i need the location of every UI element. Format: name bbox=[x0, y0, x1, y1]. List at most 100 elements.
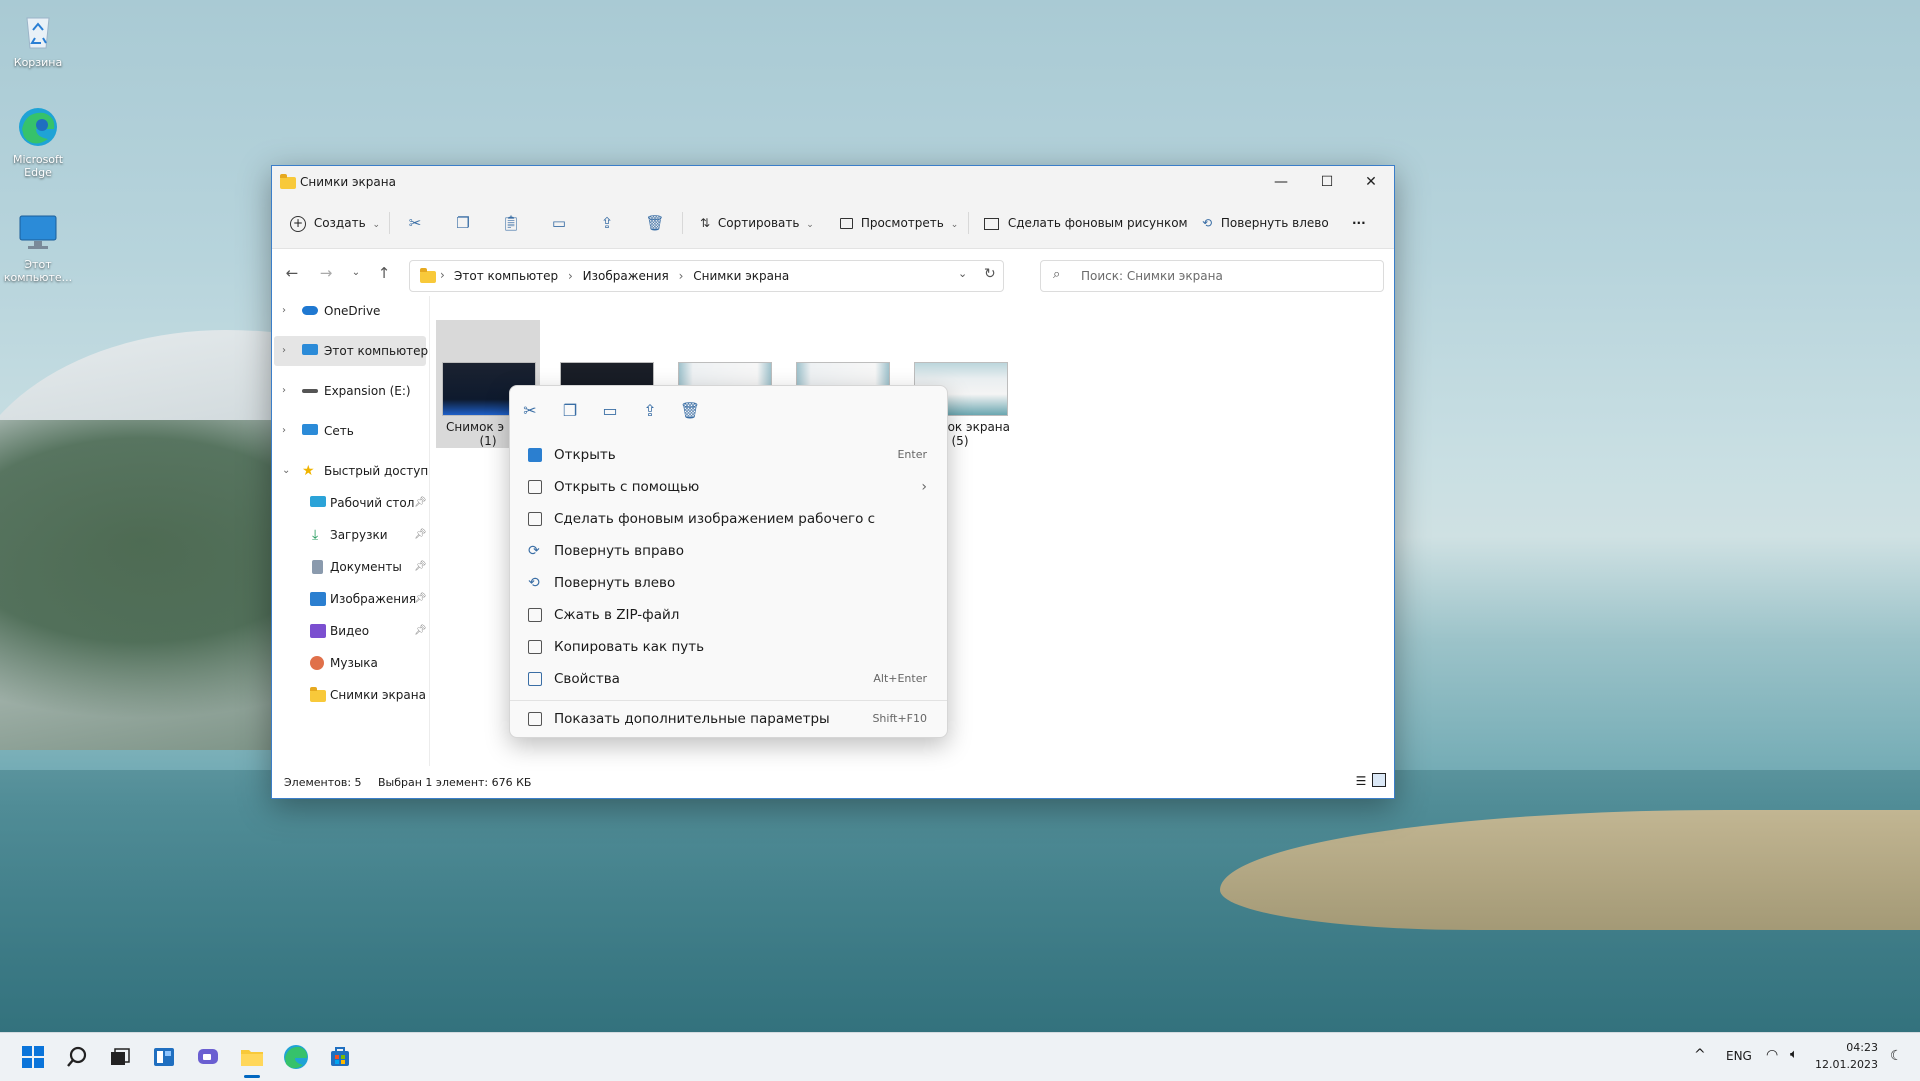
set-background-button[interactable]: Сделать фоновым рисунком bbox=[984, 211, 1188, 235]
chevron-down-icon[interactable]: ⌄ bbox=[282, 456, 290, 486]
nav-item-music[interactable]: Музыка bbox=[274, 648, 426, 678]
desktop-icon-edge[interactable]: Microsoft Edge bbox=[0, 105, 78, 179]
chat-button[interactable] bbox=[192, 1041, 224, 1073]
wallpaper-icon bbox=[528, 512, 542, 526]
menu-item-rotate-right[interactable]: ⟳ Повернуть вправо bbox=[516, 536, 941, 566]
nav-label: Документы bbox=[330, 560, 402, 574]
menu-item-copy-as-path[interactable]: Копировать как путь bbox=[516, 632, 941, 662]
volume-icon[interactable]: 🔈︎ bbox=[1790, 1047, 1798, 1062]
chevron-down-icon[interactable]: ⌄ bbox=[958, 267, 967, 280]
set-background-label: Сделать фоновым рисунком bbox=[1007, 216, 1188, 230]
cut-icon[interactable]: ✂ bbox=[402, 210, 428, 236]
nav-item-this-pc[interactable]: › Этот компьютер bbox=[274, 336, 428, 366]
rotate-left-button[interactable]: ⟲ Повернуть влево bbox=[1202, 211, 1329, 235]
share-icon[interactable]: ⇪ bbox=[634, 396, 666, 426]
create-button[interactable]: + Создать ⌄ bbox=[290, 211, 380, 235]
nav-item-screenshots[interactable]: Снимки экрана bbox=[274, 680, 426, 710]
copy-icon[interactable]: ❐ bbox=[554, 396, 586, 426]
widgets-button[interactable] bbox=[148, 1041, 180, 1073]
pin-icon[interactable]: 📌︎ bbox=[414, 552, 427, 582]
desktop-icon-recycle-bin[interactable]: Корзина bbox=[0, 8, 78, 69]
start-button[interactable] bbox=[17, 1041, 49, 1073]
breadcrumb-screenshots[interactable]: Снимки экрана bbox=[693, 269, 789, 283]
edge-taskbar-button[interactable] bbox=[280, 1041, 312, 1073]
more-options-button[interactable]: ··· bbox=[1352, 211, 1366, 235]
breadcrumb-this-pc[interactable]: Этот компьютер bbox=[454, 269, 558, 283]
more-options-icon bbox=[528, 712, 542, 726]
delete-icon[interactable]: 🗑︎ bbox=[674, 396, 706, 426]
refresh-icon[interactable]: ↻ bbox=[984, 266, 996, 282]
nav-label: Видео bbox=[330, 624, 370, 638]
clock-date[interactable]: 12.01.2023 bbox=[1814, 1058, 1878, 1071]
plus-circle-icon: + bbox=[290, 215, 306, 232]
chevron-right-icon[interactable]: › bbox=[282, 376, 286, 406]
details-view-icon[interactable]: ☰ bbox=[1354, 774, 1368, 788]
selection-info: Выбран 1 элемент: 676 КБ bbox=[378, 776, 532, 789]
back-button[interactable]: ← bbox=[280, 261, 304, 285]
menu-item-rotate-left[interactable]: ⟲ Повернуть влево bbox=[516, 568, 941, 598]
menu-item-show-more-options[interactable]: Показать дополнительные параметры Shift+… bbox=[516, 704, 941, 734]
nav-item-downloads[interactable]: ⤓ Загрузки 📌︎ bbox=[274, 520, 427, 550]
rotate-left-label: Повернуть влево bbox=[1220, 216, 1329, 230]
copy-icon[interactable]: ❐ bbox=[450, 210, 476, 236]
focus-assist-icon[interactable]: ☾ bbox=[1890, 1048, 1903, 1064]
item-count: Элементов: 5 bbox=[284, 776, 362, 789]
clock-time[interactable]: 04:23 bbox=[1824, 1041, 1878, 1054]
address-bar[interactable]: › Этот компьютер › Изображения › Снимки … bbox=[409, 260, 1004, 292]
recent-locations-button[interactable]: ⌄ bbox=[344, 261, 368, 285]
menu-item-open[interactable]: Открыть Enter bbox=[516, 440, 941, 470]
menu-item-properties[interactable]: Свойства Alt+Enter bbox=[516, 664, 941, 694]
nav-item-videos[interactable]: Видео 📌︎ bbox=[274, 616, 427, 646]
menu-item-label: Сжать в ZIP-файл bbox=[554, 607, 680, 623]
pin-icon[interactable]: 📌︎ bbox=[414, 584, 427, 614]
cut-icon[interactable]: ✂ bbox=[514, 396, 546, 426]
show-hidden-icons-button[interactable]: ^ bbox=[1694, 1047, 1706, 1063]
rename-icon[interactable]: ▭ bbox=[546, 210, 572, 236]
share-icon[interactable]: ⇪ bbox=[594, 210, 620, 236]
search-input[interactable]: Поиск: Снимки экрана bbox=[1081, 269, 1223, 283]
language-indicator[interactable]: ENG bbox=[1726, 1049, 1752, 1063]
menu-item-compress-zip[interactable]: Сжать в ZIP-файл bbox=[516, 600, 941, 630]
close-button[interactable]: ✕ bbox=[1348, 166, 1394, 198]
forward-button[interactable]: → bbox=[314, 261, 338, 285]
menu-item-open-with[interactable]: Открыть с помощью › bbox=[516, 472, 941, 502]
pin-icon[interactable]: 📌︎ bbox=[414, 488, 427, 518]
nav-item-quick-access[interactable]: ⌄ ★ Быстрый доступ bbox=[274, 456, 428, 486]
file-explorer-taskbar-button[interactable] bbox=[236, 1041, 268, 1078]
nav-item-onedrive[interactable]: › OneDrive bbox=[274, 296, 426, 326]
chevron-right-icon[interactable]: › bbox=[282, 416, 286, 446]
pin-icon[interactable]: 📌︎ bbox=[414, 520, 427, 550]
chevron-right-icon[interactable]: › bbox=[282, 336, 286, 366]
paste-icon[interactable]: 📋︎ bbox=[498, 210, 524, 236]
title-bar[interactable]: Снимки экрана — ☐ ✕ bbox=[272, 166, 1394, 198]
rename-icon[interactable]: ▭ bbox=[594, 396, 626, 426]
view-button[interactable]: Просмотреть ⌄ bbox=[840, 211, 958, 235]
minimize-button[interactable]: — bbox=[1258, 166, 1304, 198]
chevron-down-icon: ⌄ bbox=[372, 220, 381, 230]
breadcrumb-pictures[interactable]: Изображения bbox=[583, 269, 669, 283]
chevron-right-icon[interactable]: › bbox=[282, 296, 286, 326]
wifi-icon[interactable]: ◠ bbox=[1766, 1047, 1778, 1063]
nav-item-expansion-drive[interactable]: › Expansion (E:) bbox=[274, 376, 426, 406]
divider bbox=[682, 212, 683, 234]
menu-item-set-as-background[interactable]: Сделать фоновым изображением рабочего с bbox=[516, 504, 941, 534]
up-button[interactable]: ↑ bbox=[372, 261, 396, 285]
chevron-down-icon: ⌄ bbox=[806, 220, 814, 230]
desktop-icon-this-pc[interactable]: Этот компьюте... bbox=[0, 210, 78, 284]
sort-button[interactable]: ⇅ Сортировать ⌄ bbox=[700, 211, 814, 235]
delete-icon[interactable]: 🗑︎ bbox=[642, 210, 668, 236]
create-label: Создать bbox=[313, 216, 366, 230]
search-box[interactable]: ⌕ Поиск: Снимки экрана bbox=[1040, 260, 1384, 292]
task-view-button[interactable] bbox=[103, 1041, 135, 1073]
thumbnails-view-icon[interactable] bbox=[1372, 773, 1386, 787]
nav-item-pictures[interactable]: Изображения 📌︎ bbox=[274, 584, 427, 614]
context-menu: ✂ ❐ ▭ ⇪ 🗑︎ Открыть Enter Открыть с помощ… bbox=[509, 385, 948, 738]
search-button[interactable] bbox=[61, 1041, 93, 1073]
nav-item-network[interactable]: › Сеть bbox=[274, 416, 426, 446]
maximize-button[interactable]: ☐ bbox=[1304, 166, 1350, 198]
store-taskbar-button[interactable] bbox=[324, 1041, 356, 1073]
pin-icon[interactable]: 📌︎ bbox=[414, 616, 427, 646]
divider bbox=[389, 212, 390, 234]
nav-item-desktop[interactable]: Рабочий стол 📌︎ bbox=[274, 488, 427, 518]
nav-item-documents[interactable]: Документы 📌︎ bbox=[274, 552, 427, 582]
